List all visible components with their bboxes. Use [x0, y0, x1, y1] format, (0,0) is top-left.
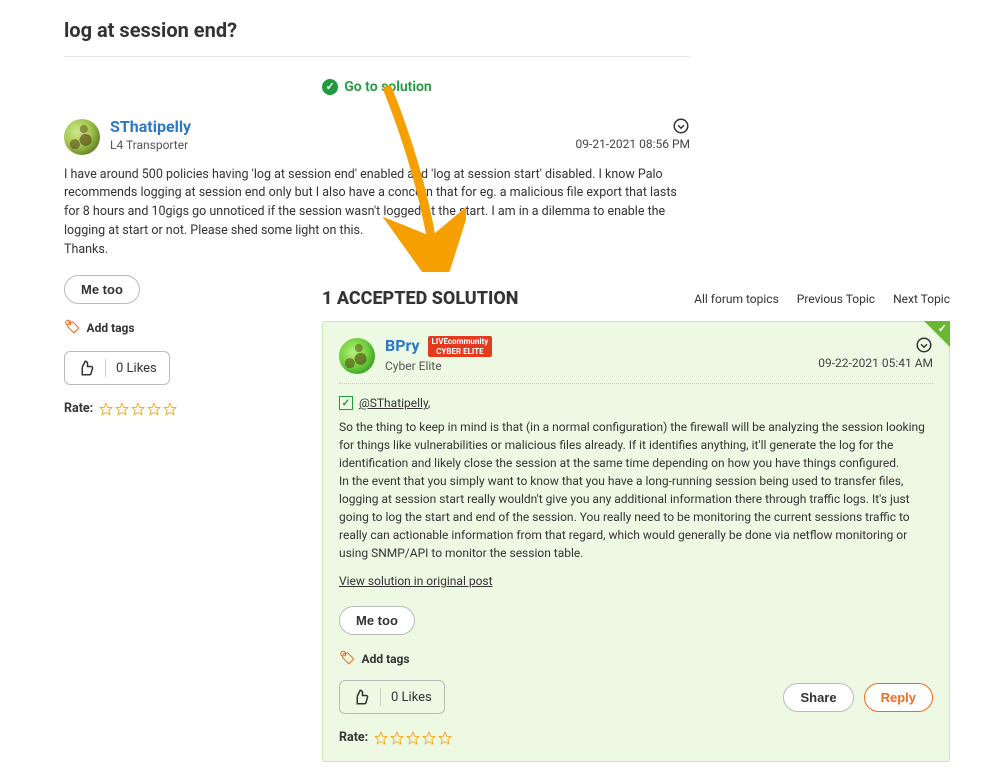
post-timestamp: 09-22-2021 05:41 AM: [818, 356, 933, 370]
like-count: 0 Likes: [391, 690, 432, 705]
like-button[interactable]: 0 Likes: [64, 351, 170, 385]
go-to-solution-link[interactable]: ✓ Go to solution: [322, 79, 432, 95]
view-solution-in-original-post-link[interactable]: View solution in original post: [339, 572, 493, 590]
star-icon[interactable]: [422, 731, 436, 745]
divider: [64, 56, 690, 57]
mention-link[interactable]: @SThatipelly: [359, 396, 428, 410]
author-link[interactable]: BPry: [385, 336, 420, 355]
add-tags-link[interactable]: 🏷 Add tags: [64, 320, 135, 335]
solution-text: ✓ @SThatipelly, So the thing to keep in …: [339, 394, 933, 590]
star-icon[interactable]: [99, 402, 113, 416]
like-count: 0 Likes: [116, 361, 157, 376]
tag-icon: 🏷: [339, 651, 356, 666]
thumb-up-icon: [77, 359, 95, 377]
accepted-solution-heading: 1 ACCEPTED SOLUTION: [322, 288, 518, 309]
star-icon[interactable]: [390, 731, 404, 745]
rate-stars[interactable]: [374, 731, 452, 745]
star-icon[interactable]: [163, 402, 177, 416]
like-button[interactable]: 0 Likes: [339, 680, 445, 714]
question-body: I have around 500 policies having 'log a…: [64, 166, 690, 260]
next-topic-link[interactable]: Next Topic: [893, 292, 950, 306]
solution-body-box: BPry LIVEcommunityCYBER ELITE Cyber Elit…: [322, 321, 950, 762]
me-too-button[interactable]: Me too: [64, 275, 140, 304]
thumb-up-icon: [352, 688, 370, 706]
solution-card: 1 ACCEPTED SOLUTION All forum topics Pre…: [306, 260, 966, 782]
tag-icon: 🏷: [64, 320, 81, 335]
go-to-solution-label: Go to solution: [344, 79, 432, 95]
options-menu-icon[interactable]: [672, 117, 690, 135]
previous-topic-link[interactable]: Previous Topic: [797, 292, 875, 306]
star-icon[interactable]: [406, 731, 420, 745]
check-square-icon: ✓: [339, 396, 353, 410]
share-button[interactable]: Share: [783, 683, 853, 712]
me-too-button[interactable]: Me too: [339, 606, 415, 635]
star-icon[interactable]: [131, 402, 145, 416]
all-forum-topics-link[interactable]: All forum topics: [694, 292, 779, 306]
star-icon[interactable]: [438, 731, 452, 745]
cyber-elite-badge: LIVEcommunityCYBER ELITE: [428, 336, 493, 357]
options-menu-icon[interactable]: [915, 336, 933, 354]
topic-nav: All forum topics Previous Topic Next Top…: [694, 292, 950, 306]
divider: [339, 383, 933, 384]
star-icon[interactable]: [147, 402, 161, 416]
rate-row: Rate:: [339, 730, 933, 745]
post-timestamp: 09-21-2021 08:56 PM: [576, 137, 690, 151]
star-icon[interactable]: [115, 402, 129, 416]
check-circle-icon: ✓: [322, 79, 338, 95]
question-header: SThatipelly L4 Transporter 09-21-2021 08…: [64, 117, 690, 152]
author-link[interactable]: SThatipelly: [110, 117, 690, 136]
rate-stars[interactable]: [99, 402, 177, 416]
avatar[interactable]: [64, 119, 100, 155]
question-title: log at session end?: [64, 18, 690, 42]
avatar[interactable]: [339, 338, 375, 374]
add-tags-link[interactable]: 🏷 Add tags: [339, 651, 410, 666]
reply-button[interactable]: Reply: [864, 683, 933, 712]
star-icon[interactable]: [374, 731, 388, 745]
